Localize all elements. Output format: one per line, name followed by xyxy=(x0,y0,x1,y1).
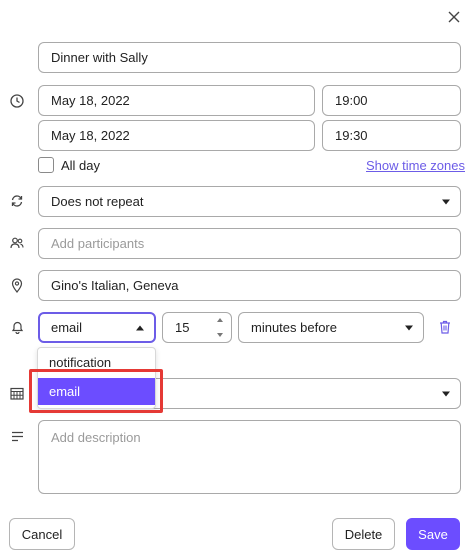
save-button[interactable]: Save xyxy=(406,518,460,550)
end-date-input[interactable]: May 18, 2022 xyxy=(38,120,315,151)
repeat-icon xyxy=(8,192,26,210)
participants-input[interactable]: Add participants xyxy=(38,228,461,259)
start-time-input[interactable]: 19:00 xyxy=(322,85,461,116)
description-textarea[interactable]: Add description xyxy=(38,420,461,494)
end-time-value: 19:30 xyxy=(335,128,368,143)
end-date-value: May 18, 2022 xyxy=(51,128,130,143)
trash-icon xyxy=(440,320,450,334)
all-day-label: All day xyxy=(61,158,101,173)
participants-placeholder: Add participants xyxy=(51,236,145,251)
start-date-input[interactable]: May 18, 2022 xyxy=(38,85,315,116)
description-placeholder: Add description xyxy=(51,430,141,445)
bell-icon xyxy=(8,318,26,336)
title-input[interactable]: Dinner with Sally xyxy=(38,42,461,73)
title-value: Dinner with Sally xyxy=(51,50,148,65)
location-value: Gino's Italian, Geneva xyxy=(51,278,179,293)
repeat-select[interactable]: Does not repeat xyxy=(38,186,461,217)
save-label: Save xyxy=(418,526,448,542)
start-time-value: 19:00 xyxy=(335,93,368,108)
amount-stepper[interactable] xyxy=(215,318,225,337)
reminder-method-value: email xyxy=(51,320,83,335)
stepper-up-icon xyxy=(217,318,223,322)
chevron-up-icon xyxy=(136,325,144,330)
participants-icon xyxy=(8,234,26,252)
location-pin-icon xyxy=(8,276,26,294)
chevron-down-icon xyxy=(442,199,450,204)
option-notification[interactable]: notification xyxy=(38,349,155,376)
reminder-method-dropdown: notification email xyxy=(37,347,156,409)
cancel-label: Cancel xyxy=(21,526,63,542)
repeat-value: Does not repeat xyxy=(51,194,144,209)
reminder-amount-input[interactable]: 15 xyxy=(162,312,232,343)
reminder-unit-select[interactable]: minutes before xyxy=(238,312,424,343)
delete-button[interactable]: Delete xyxy=(332,518,395,550)
description-icon xyxy=(8,427,26,445)
location-input[interactable]: Gino's Italian, Geneva xyxy=(38,270,461,301)
calendar-icon xyxy=(8,384,26,402)
close-button[interactable] xyxy=(441,4,467,30)
delete-reminder-button[interactable] xyxy=(437,318,453,336)
end-time-input[interactable]: 19:30 xyxy=(322,120,461,151)
show-time-zones-link[interactable]: Show time zones xyxy=(366,158,465,173)
all-day-checkbox[interactable] xyxy=(38,157,54,173)
reminder-amount-value: 15 xyxy=(175,320,190,335)
clock-icon xyxy=(8,92,26,110)
delete-label: Delete xyxy=(344,526,383,542)
reminder-method-select[interactable]: email xyxy=(38,312,156,343)
cancel-button[interactable]: Cancel xyxy=(9,518,75,550)
option-email[interactable]: email xyxy=(38,378,155,405)
close-icon xyxy=(448,11,460,23)
chevron-down-icon xyxy=(405,325,413,330)
stepper-down-icon xyxy=(217,333,223,337)
chevron-down-icon xyxy=(442,391,450,396)
start-date-value: May 18, 2022 xyxy=(51,93,130,108)
reminder-unit-value: minutes before xyxy=(251,320,337,335)
